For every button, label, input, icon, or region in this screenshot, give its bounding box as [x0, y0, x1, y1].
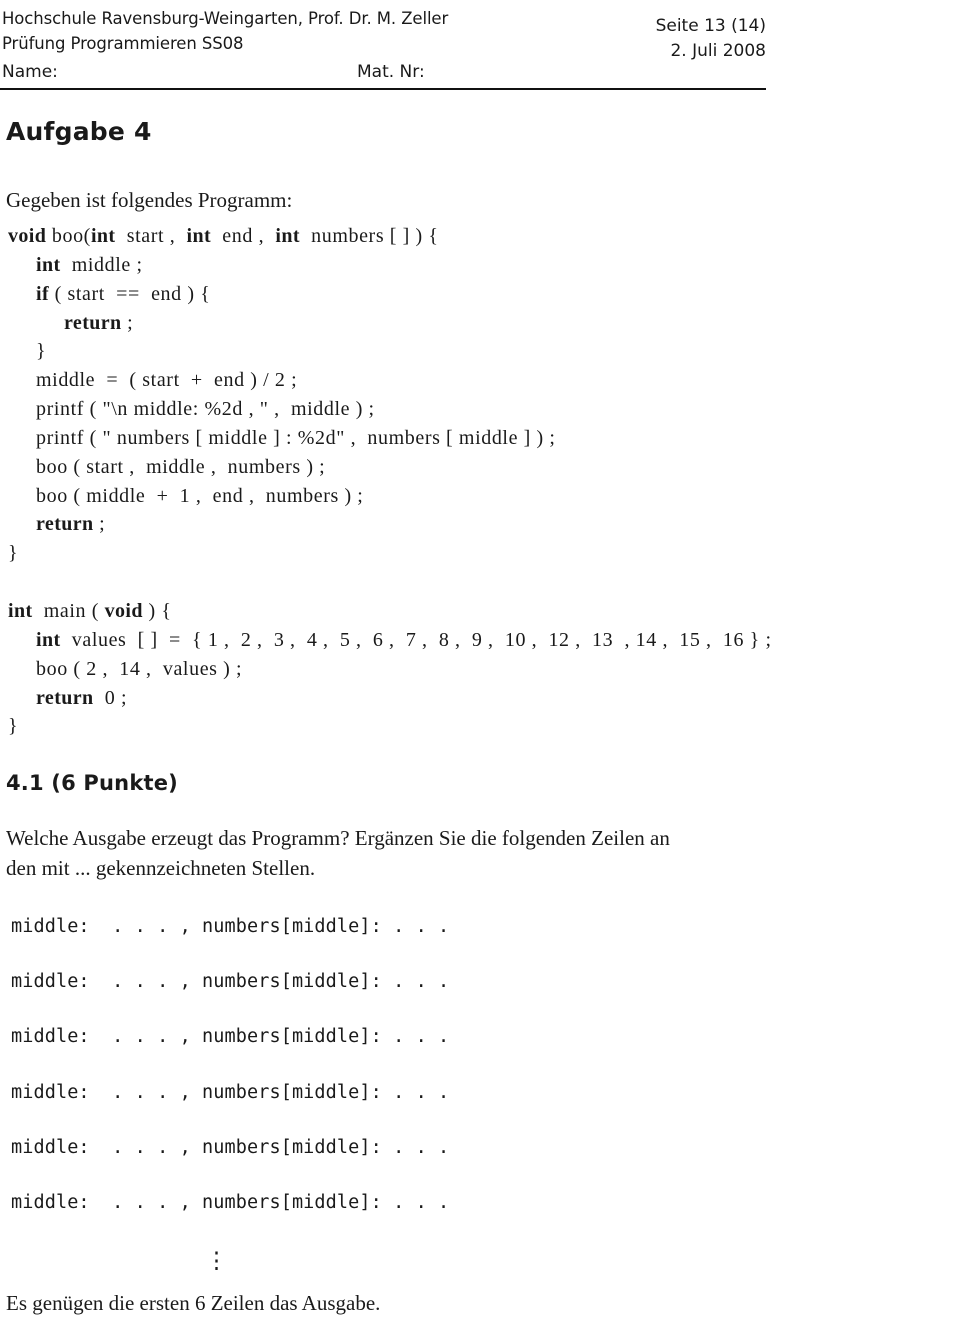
code-line: return ;: [64, 311, 134, 334]
code-line: middle = ( start + end ) / 2 ;: [8, 369, 298, 392]
answer-blank-line[interactable]: middle: . . . , numbers[middle]: . . .: [11, 1192, 449, 1247]
code-line: }: [8, 340, 47, 363]
subtask-footnote: Es genügen die ersten 6 Zeilen das Ausga…: [6, 1291, 381, 1315]
code-line: printf ( " numbers [ middle ] : %2d" , n…: [8, 426, 556, 449]
subtask-heading: 4.1 (6 Punkte): [6, 771, 178, 795]
code-line: if ( start == end ) {: [36, 282, 211, 305]
task-intro-text: Gegeben ist folgendes Programm:: [6, 188, 293, 212]
question-line-1: Welche Ausgabe erzeugt das Programm? Erg…: [6, 826, 670, 850]
question-line-2: den mit ... gekennzeichneten Stellen.: [6, 856, 316, 880]
page-header: Hochschule Ravensburg-Weingarten, Prof. …: [0, 6, 768, 90]
code-line: return 0 ;: [36, 686, 128, 709]
institution-line-1: Hochschule Ravensburg-Weingarten, Prof. …: [2, 9, 449, 28]
answer-blank-line[interactable]: middle: . . . , numbers[middle]: . . .: [11, 1082, 449, 1137]
page-number-label: Seite 13 (14): [655, 16, 766, 36]
code-line: return ;: [36, 513, 106, 536]
subtask-question-text: Welche Ausgabe erzeugt das Programm? Erg…: [6, 823, 670, 883]
exam-date: 2. Juli 2008: [670, 41, 766, 61]
answer-blank-lines: middle: . . . , numbers[middle]: . . . mi…: [11, 916, 449, 1247]
matriculation-field-label: Mat. Nr:: [357, 62, 425, 82]
code-line: void boo(int start , int end , int numbe…: [8, 225, 439, 247]
code-line: int values [ ] = { 1 , 2 , 3 , 4 , 5 , 6…: [36, 628, 772, 651]
answer-blank-line[interactable]: middle: . . . , numbers[middle]: . . .: [11, 1137, 449, 1192]
code-line: boo ( start , middle , numbers ) ;: [8, 455, 326, 478]
code-line: int middle ;: [36, 253, 143, 276]
institution-block: Hochschule Ravensburg-Weingarten, Prof. …: [2, 6, 448, 56]
page-meta-block: Seite 13 (14) 2. Juli 2008: [656, 14, 766, 64]
code-line: printf ( "\n middle: %2d , " , middle ) …: [8, 398, 375, 421]
header-divider: [0, 88, 766, 90]
answer-blank-line[interactable]: middle: . . . , numbers[middle]: . . .: [11, 916, 449, 971]
program-code-listing: void boo(int start , int end , int numbe…: [8, 222, 772, 741]
code-line: }: [8, 542, 19, 565]
institution-line-2: Prüfung Programmieren SS08: [2, 34, 244, 53]
task-heading: Aufgabe 4: [6, 117, 152, 146]
code-line: boo ( 2 , 14 , values ) ;: [8, 657, 243, 680]
name-field-label: Name:: [2, 62, 58, 82]
vertical-ellipsis: ⋮: [205, 1248, 228, 1273]
student-fields-row: Name: Mat. Nr:: [2, 60, 768, 84]
code-line: boo ( middle + 1 , end , numbers ) ;: [8, 484, 364, 507]
code-line: }: [8, 715, 19, 738]
answer-blank-line[interactable]: middle: . . . , numbers[middle]: . . .: [11, 971, 449, 1026]
code-line: int main ( void ) {: [8, 599, 172, 622]
exam-page: Hochschule Ravensburg-Weingarten, Prof. …: [0, 0, 960, 1324]
answer-blank-line[interactable]: middle: . . . , numbers[middle]: . . .: [11, 1026, 449, 1081]
